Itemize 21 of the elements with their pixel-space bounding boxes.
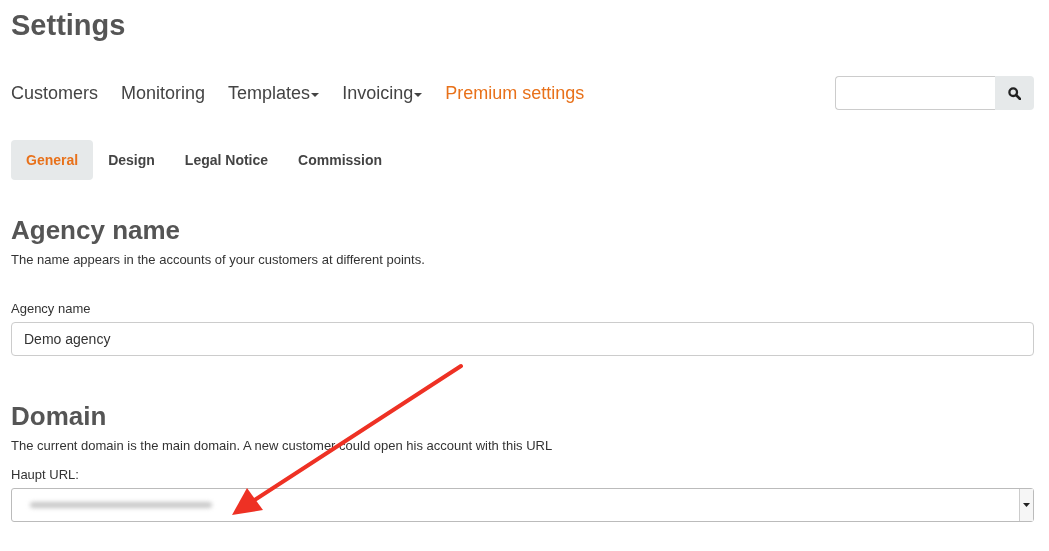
- nav-link[interactable]: Monitoring: [121, 82, 206, 104]
- section-heading: Domain: [11, 400, 107, 432]
- section-heading: Agency name: [11, 214, 181, 246]
- tab[interactable]: Commission: [283, 140, 398, 180]
- url-select[interactable]: [11, 488, 1034, 522]
- section-description: The name appears in the accounts of your customers at different points.: [11, 252, 425, 267]
- search-icon: [1008, 86, 1021, 100]
- tab[interactable]: Design: [93, 140, 170, 180]
- field-label: Haupt URL:: [11, 467, 79, 482]
- nav-link[interactable]: Customers: [11, 82, 99, 104]
- nav-link[interactable]: Invoicing: [342, 82, 423, 104]
- caret-icon: [414, 92, 423, 97]
- agency-name-field[interactable]: Demo agency: [11, 322, 1034, 356]
- search-field[interactable]: [835, 76, 995, 110]
- nav-link[interactable]: Templates: [228, 82, 320, 104]
- search-button[interactable]: [995, 76, 1034, 110]
- tab[interactable]: Legal Notice: [169, 140, 284, 180]
- field-label: Agency name: [11, 301, 91, 316]
- page-title: Settings: [11, 8, 126, 43]
- caret-icon: [311, 92, 320, 97]
- caret-icon: [1023, 503, 1030, 507]
